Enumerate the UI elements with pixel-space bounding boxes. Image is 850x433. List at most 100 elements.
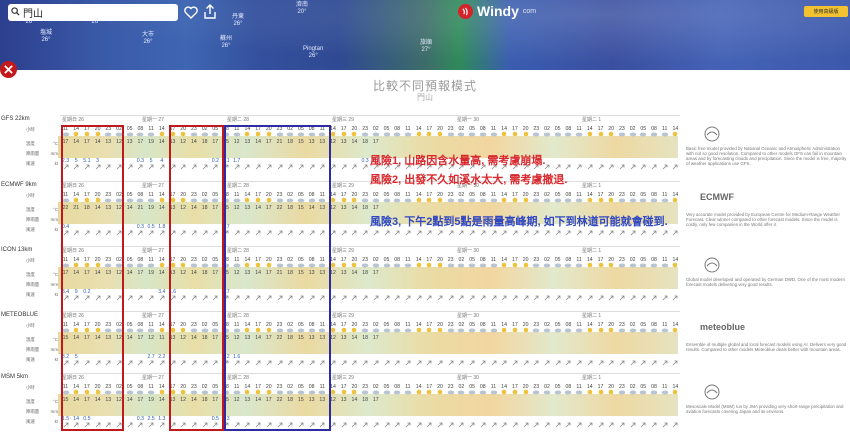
wind-arrow-icon bbox=[370, 295, 381, 303]
wind-arrow-icon bbox=[445, 230, 456, 238]
wind-arrow-icon bbox=[606, 230, 617, 238]
model-name[interactable]: ICON 13km bbox=[1, 247, 32, 253]
wind-arrow-icon bbox=[338, 295, 349, 303]
model-description: Global model developed and operated by G… bbox=[686, 277, 845, 287]
sun-cloud-icon bbox=[509, 197, 520, 205]
wind-arrow-icon bbox=[638, 230, 649, 238]
sun-cloud-icon bbox=[584, 262, 595, 270]
wind-arrow-icon bbox=[627, 230, 638, 238]
cloud-icon bbox=[488, 131, 499, 139]
sun-cloud-icon bbox=[349, 197, 360, 205]
row-label: 小時 bbox=[26, 385, 35, 390]
premium-button[interactable]: 使用高級版 bbox=[804, 6, 848, 17]
wind-arrow-icon bbox=[595, 164, 606, 172]
model-name[interactable]: ECMWF 9km bbox=[1, 182, 37, 188]
sun-cloud-icon bbox=[670, 197, 681, 205]
wind-arrow-icon bbox=[499, 422, 510, 430]
cloud-icon bbox=[477, 262, 488, 270]
sun-cloud-icon bbox=[670, 327, 681, 335]
wind-arrow-icon bbox=[488, 230, 499, 238]
wind-arrow-icon bbox=[649, 295, 660, 303]
sun-cloud-icon bbox=[595, 262, 606, 270]
model-emblem-icon bbox=[704, 257, 720, 278]
wind-arrow-icon bbox=[146, 360, 157, 368]
wind-arrow-icon bbox=[649, 360, 660, 368]
cloud-icon bbox=[563, 197, 574, 205]
model-logo: ECMWF bbox=[700, 192, 734, 202]
row-label: 溫度 bbox=[26, 337, 35, 342]
row-label: 降雨量 bbox=[26, 409, 40, 414]
wind-arrow-icon bbox=[381, 230, 392, 238]
temp-cell: 18 bbox=[362, 139, 368, 145]
cloud-icon bbox=[370, 197, 381, 205]
row-labels: 小時 溫度 °C 降雨量 mm 風速 kt bbox=[26, 127, 58, 171]
sun-cloud-icon bbox=[338, 327, 349, 335]
sun-cloud-icon bbox=[595, 197, 606, 205]
cloud-icon bbox=[370, 262, 381, 270]
model-name[interactable]: MSM 5km bbox=[1, 374, 28, 380]
wind-arrow-icon bbox=[670, 164, 681, 172]
sun-cloud-icon bbox=[424, 197, 435, 205]
cloud-icon bbox=[467, 389, 478, 397]
sun-cloud-icon bbox=[670, 262, 681, 270]
row-label: 降雨量 bbox=[26, 347, 40, 352]
wind-arrow-icon bbox=[467, 422, 478, 430]
sun-cloud-icon bbox=[606, 327, 617, 335]
wind-arrow-icon bbox=[659, 230, 670, 238]
wind-arrow-icon bbox=[509, 295, 520, 303]
wind-arrow-icon bbox=[146, 164, 157, 172]
wind-arrow-icon bbox=[392, 295, 403, 303]
temp-cell: 12 bbox=[148, 335, 154, 341]
wind-arrow-icon bbox=[531, 295, 542, 303]
wind-arrow-icon bbox=[146, 422, 157, 430]
sun-cloud-icon bbox=[606, 262, 617, 270]
risk-box-1 bbox=[61, 125, 124, 431]
row-label: 小時 bbox=[26, 127, 35, 132]
search-box[interactable]: 門山 bbox=[8, 4, 178, 21]
wind-arrow-icon bbox=[477, 360, 488, 368]
wind-arrow-icon bbox=[124, 230, 135, 238]
wind-arrow-icon bbox=[456, 230, 467, 238]
wind-arrow-icon bbox=[338, 360, 349, 368]
row-label: 小時 bbox=[26, 323, 35, 328]
wind-arrow-icon bbox=[670, 422, 681, 430]
sun-cloud-icon bbox=[509, 389, 520, 397]
cloud-icon bbox=[402, 197, 413, 205]
row-unit: mm bbox=[50, 282, 58, 287]
wind-arrow-icon bbox=[499, 230, 510, 238]
search-input[interactable]: 門山 bbox=[23, 5, 43, 20]
sun-cloud-icon bbox=[595, 389, 606, 397]
wind-arrow-icon bbox=[542, 422, 553, 430]
wind-arrow-icon bbox=[584, 164, 595, 172]
sun-cloud-icon bbox=[595, 131, 606, 139]
cloud-icon bbox=[146, 389, 157, 397]
cloud-icon bbox=[445, 262, 456, 270]
cloud-icon bbox=[445, 327, 456, 335]
wind-arrow-icon bbox=[520, 230, 531, 238]
wind-arrow-icon bbox=[638, 422, 649, 430]
windy-logo[interactable]: Windy com bbox=[458, 3, 536, 19]
close-button[interactable] bbox=[0, 61, 17, 78]
sun-cloud-icon bbox=[338, 131, 349, 139]
wind-arrow-icon bbox=[392, 230, 403, 238]
share-icon[interactable] bbox=[201, 3, 219, 21]
cloud-icon bbox=[445, 197, 456, 205]
wind-arrow-icon bbox=[360, 164, 371, 172]
heart-icon[interactable] bbox=[182, 3, 200, 21]
model-name[interactable]: GFS 22km bbox=[1, 116, 30, 122]
cloud-icon bbox=[627, 262, 638, 270]
wind-arrow-icon bbox=[670, 295, 681, 303]
wind-arrow-icon bbox=[584, 422, 595, 430]
wind-arrow-icon bbox=[392, 360, 403, 368]
temp-cell: 14 bbox=[158, 139, 165, 145]
cloud-icon bbox=[456, 197, 467, 205]
sun-cloud-icon bbox=[338, 389, 349, 397]
cloud-icon bbox=[124, 389, 135, 397]
wind-arrow-icon bbox=[509, 230, 520, 238]
cloud-icon bbox=[467, 262, 478, 270]
cloud-icon bbox=[135, 197, 146, 205]
model-name[interactable]: METEOBLUE bbox=[1, 312, 38, 318]
cloud-icon bbox=[638, 327, 649, 335]
wind-arrow-icon bbox=[659, 164, 670, 172]
cloud-icon bbox=[627, 131, 638, 139]
